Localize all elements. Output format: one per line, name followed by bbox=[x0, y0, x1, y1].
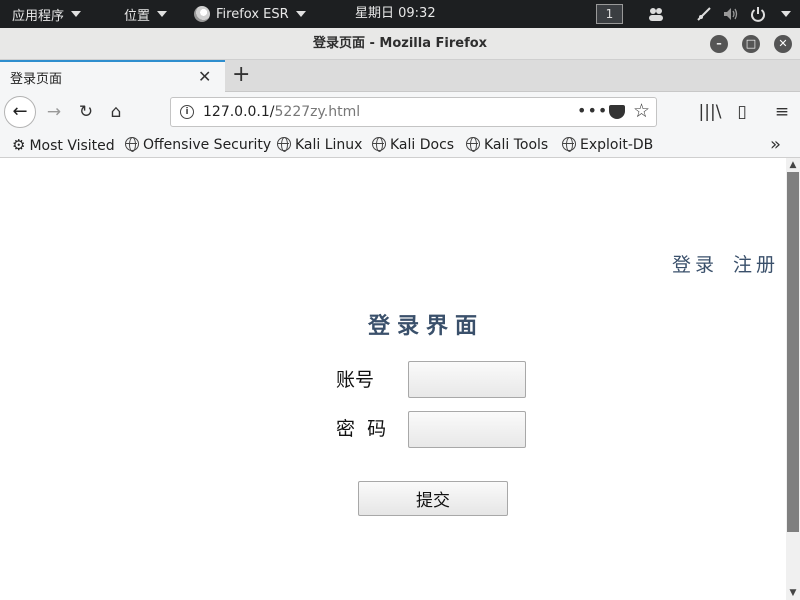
page-actions-icon[interactable]: ••• bbox=[577, 101, 608, 120]
bookmark-label: Offensive Security bbox=[143, 137, 272, 153]
pocket-icon[interactable] bbox=[609, 105, 625, 119]
volume-icon[interactable] bbox=[722, 6, 738, 22]
login-link[interactable]: 登录 bbox=[672, 250, 718, 277]
reload-button[interactable]: ↻ bbox=[74, 100, 98, 124]
bookmark-kali-docs[interactable]: Kali Docs bbox=[372, 135, 454, 155]
new-tab-button[interactable]: + bbox=[232, 62, 250, 88]
scrollbar-thumb[interactable] bbox=[787, 172, 799, 532]
active-app-menu[interactable]: Firefox ESR bbox=[186, 0, 314, 28]
password-label: 密 码 bbox=[336, 418, 387, 440]
bookmark-label: Most Visited bbox=[29, 138, 115, 154]
account-label: 账号 bbox=[336, 369, 375, 391]
bookmark-exploit-db[interactable]: Exploit-DB bbox=[562, 135, 653, 155]
submit-button[interactable]: 提交 bbox=[358, 481, 508, 516]
bookmark-kali-tools[interactable]: Kali Tools bbox=[466, 135, 548, 155]
globe-icon bbox=[372, 137, 386, 152]
places-menu-label: 位置 bbox=[124, 8, 151, 24]
globe-icon bbox=[125, 137, 139, 152]
url-text[interactable]: 127.0.0.1/5227zy.html bbox=[203, 104, 360, 120]
sidebar-icon[interactable]: ▯ bbox=[730, 100, 754, 124]
tab-login-page[interactable]: 登录页面 ✕ bbox=[0, 60, 225, 92]
window-title: 登录页面 - Mozilla Firefox bbox=[312, 36, 488, 51]
active-app-label: Firefox ESR bbox=[216, 6, 289, 22]
url-bar[interactable]: i 127.0.0.1/5227zy.html ••• ☆ bbox=[170, 97, 657, 127]
account-input[interactable] bbox=[408, 361, 526, 398]
globe-icon bbox=[277, 137, 291, 152]
bookmarks-toolbar: ⚙ Most Visited Offensive Security Kali Li… bbox=[0, 132, 800, 158]
places-menu[interactable]: 位置 bbox=[116, 0, 175, 28]
applications-menu[interactable]: 应用程序 bbox=[4, 0, 89, 28]
bookmark-star-icon[interactable]: ☆ bbox=[633, 100, 650, 122]
forward-button[interactable]: → bbox=[42, 100, 66, 124]
navigation-toolbar: ← → ↻ ⌂ i 127.0.0.1/5227zy.html ••• ☆ ||… bbox=[0, 92, 800, 132]
url-host: 127.0.0.1/ bbox=[203, 104, 275, 120]
network-icon[interactable] bbox=[696, 6, 712, 22]
system-top-bar: 应用程序 位置 Firefox ESR 星期日 09:32 1 bbox=[0, 0, 800, 28]
vertical-scrollbar[interactable]: ▲ ▼ bbox=[786, 158, 800, 600]
window-title-bar[interactable]: 登录页面 - Mozilla Firefox – □ ✕ bbox=[0, 28, 800, 60]
bookmark-offensive-security[interactable]: Offensive Security bbox=[125, 135, 271, 155]
close-icon[interactable]: ✕ bbox=[774, 35, 792, 53]
bookmark-label: Kali Linux bbox=[295, 137, 363, 153]
chevron-down-icon[interactable] bbox=[781, 11, 791, 17]
register-link[interactable]: 注册 bbox=[733, 250, 779, 277]
gear-icon: ⚙ bbox=[12, 136, 26, 154]
bookmarks-overflow-icon[interactable]: » bbox=[770, 134, 781, 155]
home-button[interactable]: ⌂ bbox=[104, 100, 128, 124]
scroll-down-icon[interactable]: ▼ bbox=[786, 586, 800, 600]
globe-icon bbox=[562, 137, 576, 152]
workspace-indicator[interactable]: 1 bbox=[596, 4, 623, 24]
power-icon[interactable] bbox=[750, 6, 766, 22]
people-icon[interactable] bbox=[648, 6, 664, 22]
bookmark-most-visited[interactable]: ⚙ Most Visited bbox=[12, 135, 115, 155]
chevron-down-icon bbox=[71, 11, 82, 17]
form-title: 登录界面 bbox=[368, 314, 485, 339]
url-path: 5227zy.html bbox=[274, 104, 361, 120]
library-icon[interactable]: |||\ bbox=[698, 100, 722, 124]
bookmark-label: Kali Tools bbox=[484, 137, 549, 153]
scroll-up-icon[interactable]: ▲ bbox=[786, 158, 800, 172]
site-info-icon[interactable]: i bbox=[180, 105, 194, 119]
tab-strip: 登录页面 ✕ + bbox=[0, 60, 800, 92]
back-button[interactable]: ← bbox=[4, 96, 36, 128]
hamburger-menu-icon[interactable]: ≡ bbox=[770, 100, 794, 124]
minimize-icon[interactable]: – bbox=[710, 35, 728, 53]
chevron-down-icon bbox=[157, 11, 168, 17]
tab-label: 登录页面 bbox=[10, 72, 63, 87]
bookmark-kali-linux[interactable]: Kali Linux bbox=[277, 135, 362, 155]
chevron-down-icon bbox=[295, 11, 306, 17]
clock[interactable]: 星期日 09:32 bbox=[355, 0, 436, 28]
bookmark-label: Exploit-DB bbox=[580, 137, 654, 153]
globe-icon bbox=[466, 137, 480, 152]
bookmark-label: Kali Docs bbox=[390, 137, 455, 153]
applications-menu-label: 应用程序 bbox=[12, 8, 65, 24]
page-viewport: 登录 注册 登录界面 账号 密 码 提交 bbox=[0, 158, 786, 600]
maximize-icon[interactable]: □ bbox=[742, 35, 760, 53]
firefox-icon bbox=[194, 6, 210, 22]
password-input[interactable] bbox=[408, 411, 526, 448]
tab-close-icon[interactable]: ✕ bbox=[198, 67, 211, 86]
